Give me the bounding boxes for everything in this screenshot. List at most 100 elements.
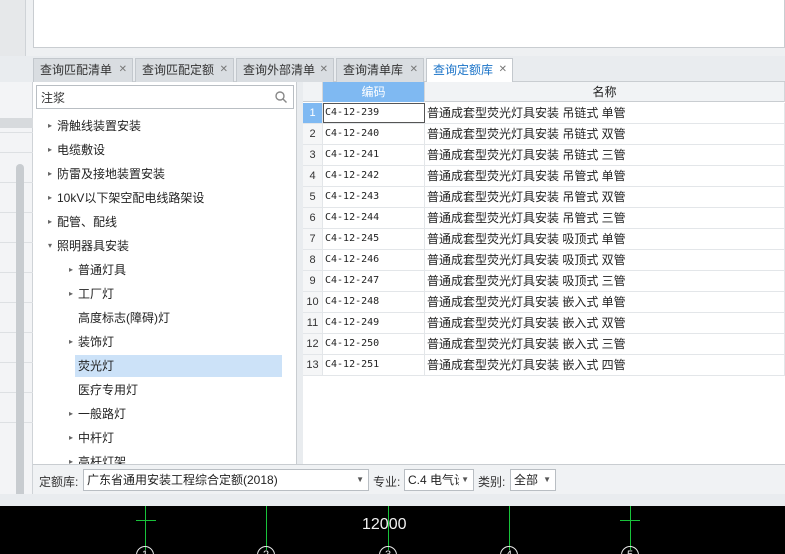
row-number: 7 [303,229,323,249]
dropdown-arrow-icon[interactable]: ▼ [543,470,551,490]
table-row[interactable]: 12 C4-12-250 普通成套型荧光灯具安装 嵌入式 三管 [303,334,785,355]
chevron-right-icon[interactable]: ▸ [45,211,55,233]
name-cell[interactable]: 普通成套型荧光灯具安装 吊管式 单管 [425,166,785,186]
name-cell[interactable]: 普通成套型荧光灯具安装 吸顶式 双管 [425,250,785,270]
table-row[interactable]: 8 C4-12-246 普通成套型荧光灯具安装 吸顶式 双管 [303,250,785,271]
table-row[interactable]: 10 C4-12-248 普通成套型荧光灯具安装 嵌入式 单管 [303,292,785,313]
code-cell[interactable]: C4-12-245 [323,229,425,249]
divider [0,152,33,153]
name-cell[interactable]: 普通成套型荧光灯具安装 嵌入式 四管 [425,355,785,375]
tree-node-decorative-lamps[interactable]: ▸ 装饰灯 [66,331,114,353]
tab-query-matched-list[interactable]: 查询匹配清单 ✕ [33,58,133,82]
table-row[interactable]: 11 C4-12-249 普通成套型荧光灯具安装 嵌入式 双管 [303,313,785,334]
dropdown-arrow-icon[interactable]: ▼ [459,470,469,490]
quota-library-select[interactable]: 广东省通用安装工程综合定额(2018) ▼ [83,469,369,491]
tree-node-lightning-grounding[interactable]: ▸ 防雷及接地装置安装 [45,163,165,185]
tree-node-label: 一般路灯 [78,407,127,421]
chevron-right-icon[interactable]: ▸ [66,259,76,281]
axis-label-circle: 2 [257,546,275,554]
code-cell[interactable]: C4-12-249 [323,313,425,333]
tree-node-street-lamps[interactable]: ▸ 一般路灯 [66,403,126,425]
tab-query-quota-library[interactable]: 查询定额库 ✕ [426,58,513,83]
name-cell[interactable]: 普通成套型荧光灯具安装 吊管式 双管 [425,187,785,207]
tab-query-list-library[interactable]: 查询清单库 ✕ [336,58,424,82]
table-row[interactable]: 2 C4-12-240 普通成套型荧光灯具安装 吊链式 双管 [303,124,785,145]
chevron-right-icon[interactable]: ▸ [66,403,76,425]
code-cell[interactable]: C4-12-248 [323,292,425,312]
close-icon[interactable]: ✕ [320,59,328,81]
tree-node-sliding-contact-line[interactable]: ▸ 滑触线装置安装 [45,115,141,137]
name-cell[interactable]: 普通成套型荧光灯具安装 吊管式 三管 [425,208,785,228]
tree-node-overhead-line[interactable]: ▸ 10kV以下架空配电线路架设 [45,187,204,209]
code-cell[interactable]: C4-12-239 [323,103,425,123]
major-select[interactable]: C.4 电气设 ▼ [404,469,474,491]
code-cell[interactable]: C4-12-244 [323,208,425,228]
close-icon[interactable]: ✕ [410,59,418,81]
tree-node-label: 医疗专用灯 [78,383,139,397]
code-cell[interactable]: C4-12-250 [323,334,425,354]
dropdown-arrow-icon[interactable]: ▼ [356,470,364,490]
table-row[interactable]: 1 C4-12-239 普通成套型荧光灯具安装 吊链式 单管 [303,103,785,124]
cad-drawing-area[interactable]: 12000 1 2 3 4 5 [0,506,785,554]
chevron-down-icon[interactable]: ▾ [45,235,55,257]
table-row[interactable]: 6 C4-12-244 普通成套型荧光灯具安装 吊管式 三管 [303,208,785,229]
name-cell[interactable]: 普通成套型荧光灯具安装 嵌入式 双管 [425,313,785,333]
chevron-right-icon[interactable]: ▸ [66,331,76,353]
code-cell[interactable]: C4-12-251 [323,355,425,375]
chevron-right-icon[interactable]: ▸ [45,139,55,161]
chevron-right-icon[interactable]: ▸ [66,283,76,305]
category-select[interactable]: 全部 ▼ [510,469,556,491]
name-cell[interactable]: 普通成套型荧光灯具安装 吸顶式 单管 [425,229,785,249]
tree-node-factory-lamps[interactable]: ▸ 工厂灯 [66,283,114,305]
tree-node-label: 高杆灯架 [78,455,127,464]
table-row[interactable]: 7 C4-12-245 普通成套型荧光灯具安装 吸顶式 单管 [303,229,785,250]
column-header-name[interactable]: 名称 [425,82,785,102]
name-cell[interactable]: 普通成套型荧光灯具安装 吸顶式 三管 [425,271,785,291]
tree-node-label: 装饰灯 [78,335,115,349]
table-row[interactable]: 13 C4-12-251 普通成套型荧光灯具安装 嵌入式 四管 [303,355,785,376]
row-number: 9 [303,271,323,291]
search-icon[interactable] [274,90,288,104]
table-row[interactable]: 3 C4-12-241 普通成套型荧光灯具安装 吊链式 三管 [303,145,785,166]
code-cell[interactable]: C4-12-242 [323,166,425,186]
left-panel-header [0,118,33,128]
left-side-panel [0,82,33,519]
column-header-code[interactable]: 编码 [323,82,425,102]
chevron-right-icon[interactable]: ▸ [66,451,76,464]
tree-node-obstruction-lights[interactable]: 高度标志(障碍)灯 [78,307,170,329]
table-row[interactable]: 5 C4-12-243 普通成套型荧光灯具安装 吊管式 双管 [303,187,785,208]
name-cell[interactable]: 普通成套型荧光灯具安装 吊链式 双管 [425,124,785,144]
close-icon[interactable]: ✕ [119,59,127,81]
name-cell[interactable]: 普通成套型荧光灯具安装 嵌入式 三管 [425,334,785,354]
close-icon[interactable]: ✕ [220,59,228,81]
search-input[interactable] [37,86,267,108]
close-icon[interactable]: ✕ [499,59,507,81]
tree-node-label: 普通灯具 [78,263,127,277]
code-cell[interactable]: C4-12-240 [323,124,425,144]
code-cell[interactable]: C4-12-246 [323,250,425,270]
chevron-right-icon[interactable]: ▸ [45,163,55,185]
tree-node-piping-wiring[interactable]: ▸ 配管、配线 [45,211,117,233]
table-row[interactable]: 4 C4-12-242 普通成套型荧光灯具安装 吊管式 单管 [303,166,785,187]
left-panel-scrollbar[interactable] [16,164,24,519]
table-row[interactable]: 9 C4-12-247 普通成套型荧光灯具安装 吸顶式 三管 [303,271,785,292]
tree-node-lighting-fixtures[interactable]: ▾ 照明器具安装 [45,235,129,257]
query-tab-bar: 查询匹配清单 ✕ 查询匹配定额 ✕ 查询外部清单 ✕ 查询清单库 ✕ 查询定额库… [33,56,785,83]
tab-query-matched-quota[interactable]: 查询匹配定额 ✕ [135,58,234,82]
code-cell[interactable]: C4-12-247 [323,271,425,291]
tree-node-mid-pole-lamps[interactable]: ▸ 中杆灯 [66,427,114,449]
name-cell[interactable]: 普通成套型荧光灯具安装 吊链式 单管 [425,103,785,123]
name-cell[interactable]: 普通成套型荧光灯具安装 嵌入式 单管 [425,292,785,312]
tree-node-ordinary-lamps[interactable]: ▸ 普通灯具 [66,259,126,281]
name-cell[interactable]: 普通成套型荧光灯具安装 吊链式 三管 [425,145,785,165]
tree-node-high-mast-lamps[interactable]: ▸ 高杆灯架 [66,451,126,464]
chevron-right-icon[interactable]: ▸ [66,427,76,449]
tree-node-medical-lamps[interactable]: 医疗专用灯 [78,379,138,401]
chevron-right-icon[interactable]: ▸ [45,187,55,209]
tree-node-fluorescent-lamps[interactable]: 荧光灯 [75,355,282,377]
tab-query-external-list[interactable]: 查询外部清单 ✕ [236,58,334,82]
code-cell[interactable]: C4-12-241 [323,145,425,165]
tree-node-cable-laying[interactable]: ▸ 电缆敷设 [45,139,105,161]
code-cell[interactable]: C4-12-243 [323,187,425,207]
chevron-right-icon[interactable]: ▸ [45,115,55,137]
